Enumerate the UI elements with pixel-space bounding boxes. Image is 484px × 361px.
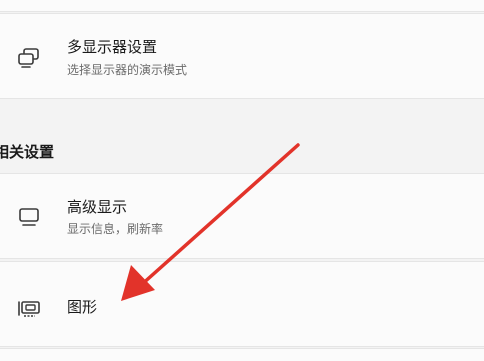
advanced-display-item[interactable]: 高级显示 显示信息，刷新率: [0, 173, 484, 259]
multi-display-subtitle: 选择显示器的演示模式: [67, 63, 188, 77]
related-settings-header: 相关设置: [0, 143, 55, 161]
advanced-display-title: 高级显示: [67, 198, 128, 216]
multi-display-settings-item[interactable]: 多显示器设置 选择显示器的演示模式: [0, 13, 484, 99]
previous-settings-card[interactable]: [0, 0, 484, 12]
multi-display-title: 多显示器设置: [67, 38, 158, 56]
monitor-icon: [16, 204, 42, 230]
graphics-card-icon: [16, 296, 42, 322]
next-settings-card[interactable]: [0, 348, 484, 361]
graphics-title: 图形: [67, 298, 98, 316]
multi-display-icon: [16, 45, 42, 71]
graphics-item[interactable]: 图形: [0, 261, 484, 347]
advanced-display-subtitle: 显示信息，刷新率: [67, 222, 164, 236]
